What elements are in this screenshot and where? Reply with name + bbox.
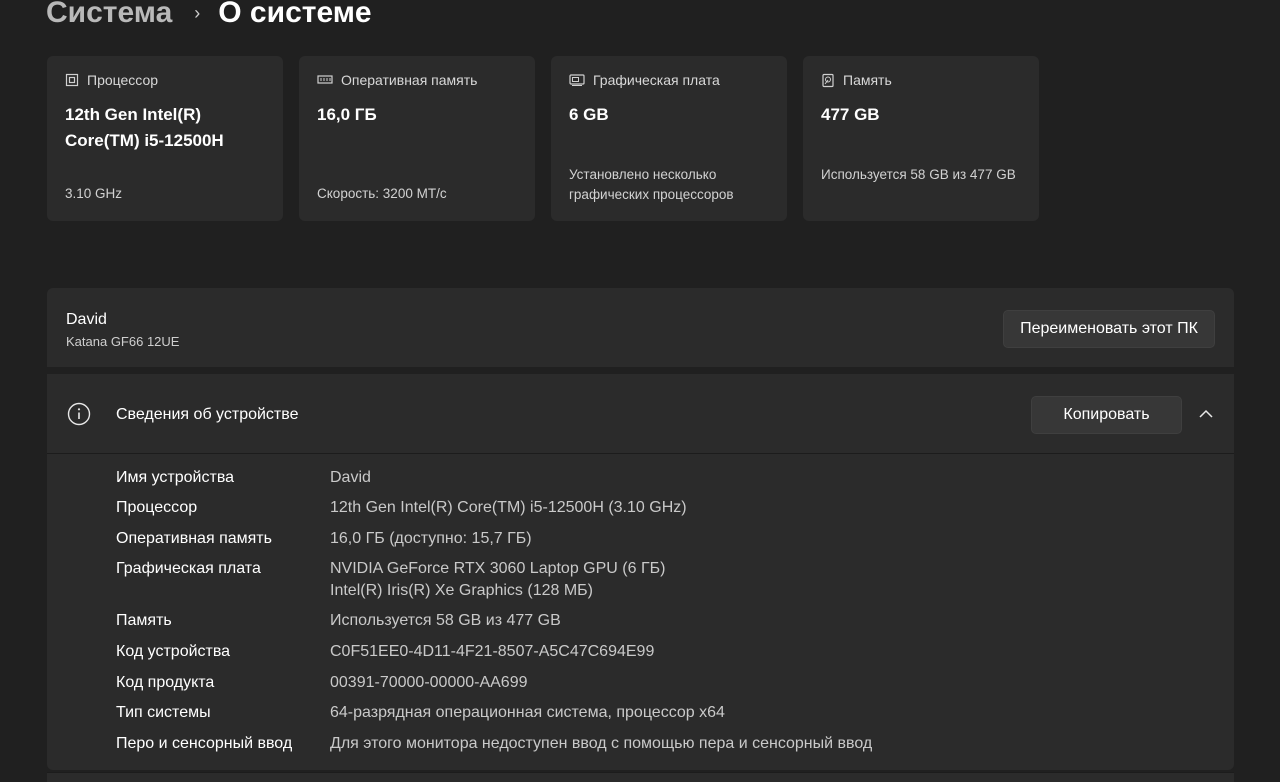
spec-value[interactable]: 64-разрядная операционная система, проце… [330, 702, 725, 724]
spec-value[interactable]: 00391-70000-00000-AA699 [330, 672, 528, 694]
spec-row: Имя устройства David [116, 467, 371, 489]
spec-label: Память [116, 612, 172, 629]
info-icon [67, 402, 91, 431]
spec-label: Оперативная память [116, 530, 272, 547]
card-value: 477 GB [821, 105, 880, 124]
spec-label: Код продукта [116, 674, 215, 691]
spec-value[interactable]: Используется 58 GB из 477 GB [330, 610, 561, 632]
spec-row: Код устройства C0F51EE0-4D11-4F21-8507-A… [116, 641, 654, 663]
card-sub: Скорость: 3200 MT/с [317, 186, 447, 201]
spec-label: Имя устройства [116, 469, 235, 486]
spec-row: Процессор 12th Gen Intel(R) Core(TM) i5-… [116, 497, 687, 519]
copy-button[interactable]: Копировать [1031, 396, 1182, 434]
card-value: 6 GB [569, 105, 609, 124]
ram-icon [317, 74, 333, 86]
chevron-up-icon[interactable] [1198, 406, 1214, 427]
card-label: Процессор [87, 72, 159, 88]
spec-value[interactable]: David [330, 467, 371, 489]
spec-value[interactable]: Intel(R) Iris(R) Xe Graphics (128 МБ) [330, 580, 665, 602]
device-info-body: Имя устройства David Процессор 12th Gen … [47, 454, 1234, 770]
device-name: David [66, 311, 107, 328]
spec-label: Процессор [116, 499, 198, 516]
spec-cards: Процессор 12th Gen Intel(R) Core(TM) i5-… [47, 56, 1039, 221]
card-label: Оперативная память [341, 72, 478, 88]
breadcrumb: Система › О системе [46, 0, 372, 35]
card-value: 16,0 ГБ [317, 105, 377, 124]
spec-value[interactable]: 12th Gen Intel(R) Core(TM) i5-12500H (3.… [330, 497, 687, 519]
spec-row: Тип системы 64-разрядная операционная си… [116, 702, 725, 724]
card-storage: Память 477 GB Используется 58 GB из 477 … [803, 56, 1039, 221]
page-title: О системе [218, 0, 372, 29]
card-sub: Используется 58 GB из 477 GB [821, 167, 1016, 182]
processor-icon [65, 73, 79, 87]
spec-label: Код устройства [116, 643, 231, 660]
spec-value[interactable]: 16,0 ГБ (доступно: 15,7 ГБ) [330, 528, 532, 550]
next-section-edge [47, 772, 1234, 782]
card-label: Память [843, 72, 892, 88]
chevron-right-icon: › [194, 3, 201, 23]
device-model: Katana GF66 12UE [66, 334, 180, 349]
card-value: 12th Gen Intel(R) Core(TM) i5-12500H [65, 105, 224, 150]
card-label: Графическая плата [593, 72, 720, 88]
storage-icon [821, 73, 835, 88]
card-sub: 3.10 GHz [65, 186, 123, 201]
spec-value[interactable]: NVIDIA GeForce RTX 3060 Laptop GPU (6 ГБ… [330, 558, 665, 580]
spec-label: Перо и сенсорный ввод [116, 735, 293, 752]
rename-pc-button[interactable]: Переименовать этот ПК [1003, 310, 1215, 348]
breadcrumb-parent[interactable]: Система [46, 0, 172, 35]
spec-label: Графическая плата [116, 560, 261, 577]
card-processor: Процессор 12th Gen Intel(R) Core(TM) i5-… [47, 56, 283, 221]
card-gpu: Графическая плата 6 GB Установлено неско… [551, 56, 787, 221]
spec-value[interactable]: C0F51EE0-4D11-4F21-8507-A5C47C694E99 [330, 641, 654, 663]
spec-label: Тип системы [116, 704, 211, 721]
spec-row: Код продукта 00391-70000-00000-AA699 [116, 672, 528, 694]
device-info-header[interactable]: Сведения об устройстве Копировать [47, 374, 1234, 454]
spec-row: Память Используется 58 GB из 477 GB [116, 610, 561, 632]
card-ram: Оперативная память 16,0 ГБ Скорость: 320… [299, 56, 535, 221]
gpu-icon [569, 73, 585, 87]
device-name-row: David Katana GF66 12UE Переименовать это… [47, 288, 1234, 367]
spec-row: Оперативная память 16,0 ГБ (доступно: 15… [116, 528, 532, 550]
about-system-page: Система › О системе Процессор 12th Gen I… [0, 0, 1280, 782]
spec-row: Графическая плата NVIDIA GeForce RTX 306… [116, 558, 665, 602]
device-info-title: Сведения об устройстве [116, 406, 299, 423]
spec-value[interactable]: Для этого монитора недоступен ввод с пом… [330, 733, 872, 755]
spec-row: Перо и сенсорный ввод Для этого монитора… [116, 733, 872, 755]
card-sub: Установлено несколько графических процес… [569, 167, 734, 202]
